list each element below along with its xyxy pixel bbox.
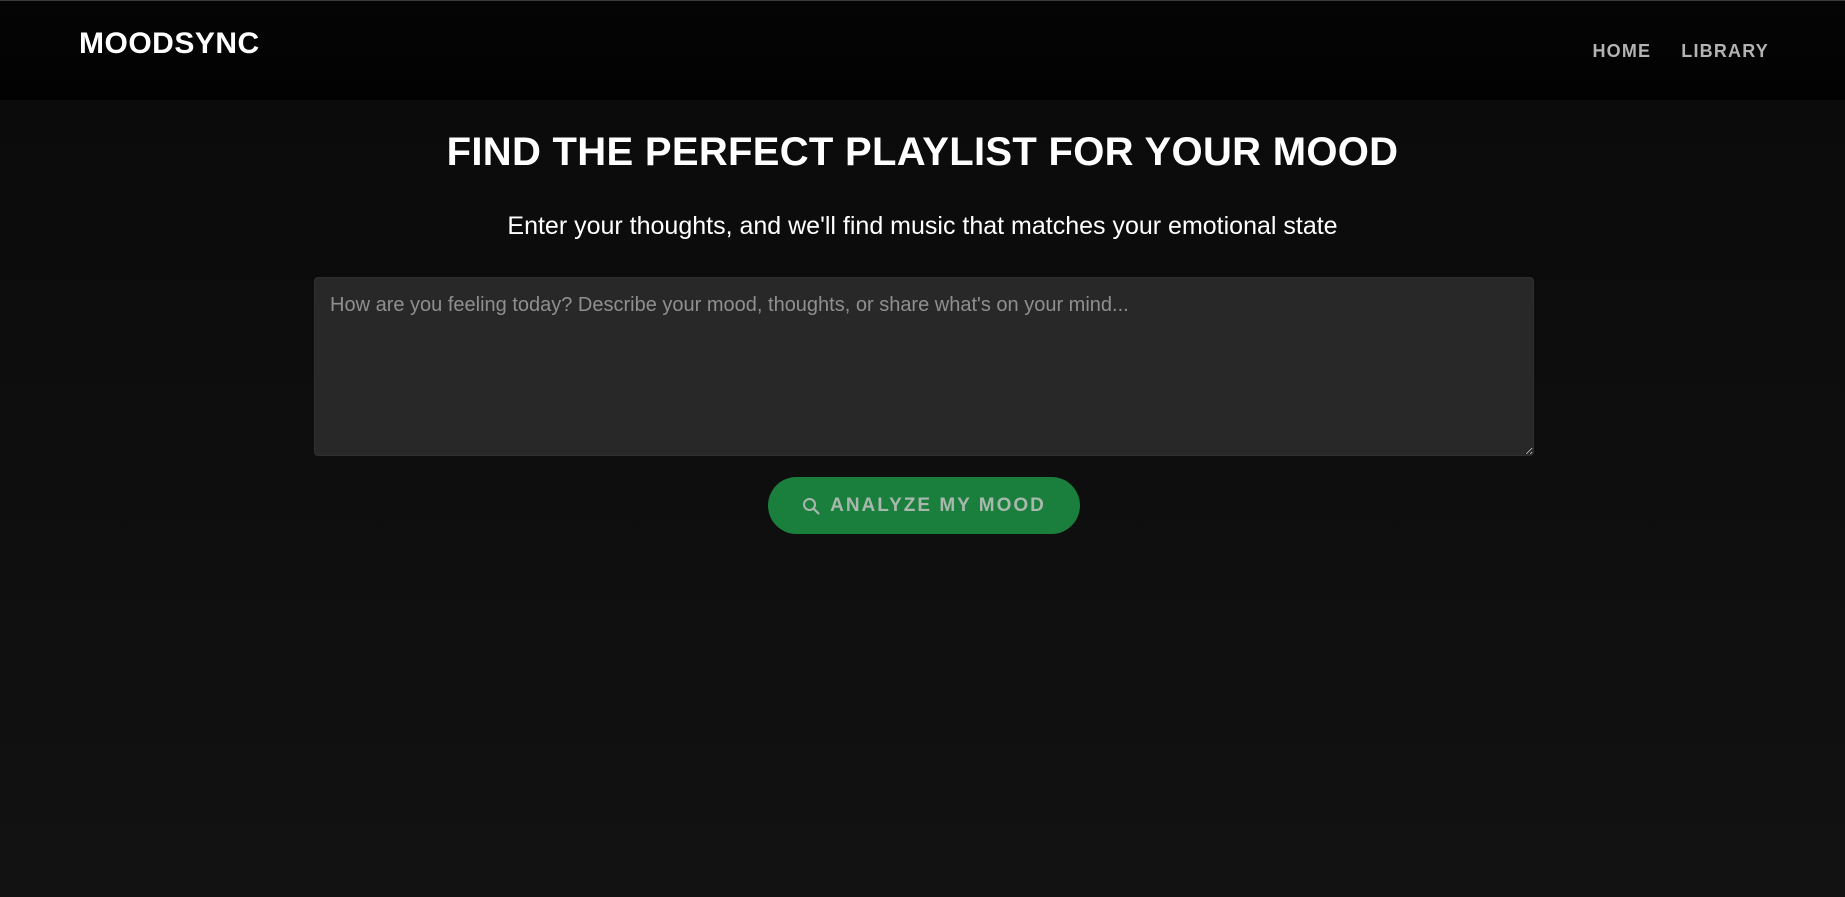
mood-textarea[interactable]: [314, 277, 1534, 456]
main-nav: HOME LIBRARY: [1592, 41, 1769, 62]
analyze-mood-button[interactable]: ANALYZE MY MOOD: [768, 477, 1080, 534]
page-subtitle: Enter your thoughts, and we'll find musi…: [507, 212, 1338, 240]
top-navbar: MOODSYNC HOME LIBRARY: [0, 0, 1845, 100]
logo[interactable]: MOODSYNC: [79, 27, 260, 61]
search-icon: [802, 497, 820, 515]
page: MOODSYNC HOME LIBRARY FIND THE PERFECT P…: [0, 0, 1845, 897]
analyze-mood-button-label: ANALYZE MY MOOD: [830, 494, 1046, 516]
nav-link-library[interactable]: LIBRARY: [1681, 41, 1769, 62]
nav-link-home[interactable]: HOME: [1592, 41, 1651, 62]
page-title: FIND THE PERFECT PLAYLIST FOR YOUR MOOD: [446, 130, 1399, 174]
